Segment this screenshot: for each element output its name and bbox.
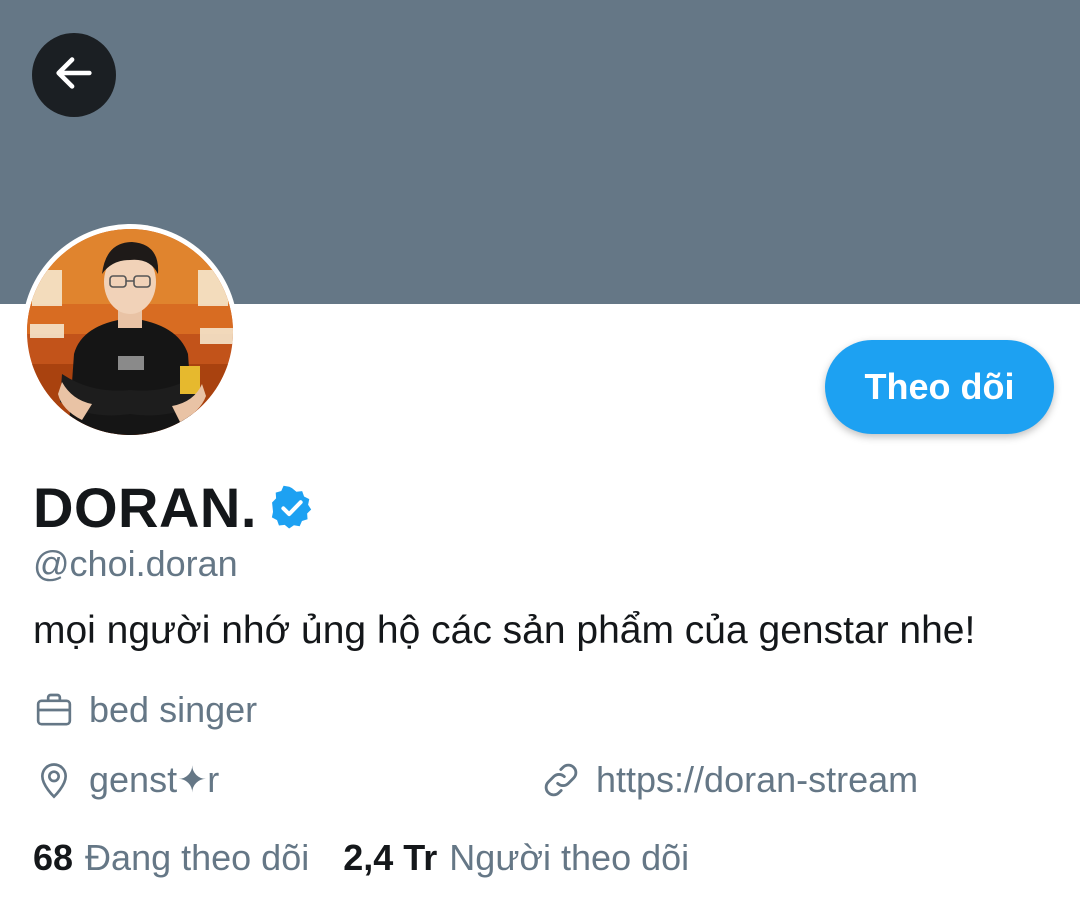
arrow-left-icon [51, 50, 97, 101]
profile-page: Theo dõi DORAN. @choi.doran mọi người nh… [0, 0, 1080, 910]
back-button[interactable] [32, 33, 116, 117]
website-text[interactable]: https://doran-stream [596, 758, 918, 802]
verified-badge-icon [269, 485, 315, 531]
followers-count: 2,4 Tr [343, 837, 438, 878]
following-count: 68 [33, 837, 74, 878]
name-row: DORAN. [33, 472, 315, 544]
profile-location: genst✦r [33, 758, 219, 802]
briefcase-icon [33, 689, 75, 731]
followers-stat[interactable]: 2,4 Tr Người theo dõi [343, 836, 689, 880]
display-name: DORAN. [33, 476, 257, 539]
link-icon [540, 759, 582, 801]
follow-button[interactable]: Theo dõi [825, 340, 1054, 434]
job-text: bed singer [89, 689, 258, 730]
profile-bio: mọi người nhớ ủng hộ các sản phẩm của ge… [33, 609, 976, 652]
following-label: Đang theo dõi [85, 837, 310, 878]
location-text: genst✦r [89, 759, 220, 800]
profile-job: bed singer [33, 688, 257, 732]
avatar[interactable] [22, 224, 238, 440]
follow-stats: 68 Đang theo dõi 2,4 Tr Người theo dõi [33, 836, 689, 880]
followers-label: Người theo dõi [449, 837, 690, 878]
profile-website-link[interactable]: https://doran-stream [540, 758, 918, 802]
location-pin-icon [33, 759, 75, 801]
following-stat[interactable]: 68 Đang theo dõi [33, 836, 309, 880]
profile-handle: @choi.doran [33, 543, 238, 584]
